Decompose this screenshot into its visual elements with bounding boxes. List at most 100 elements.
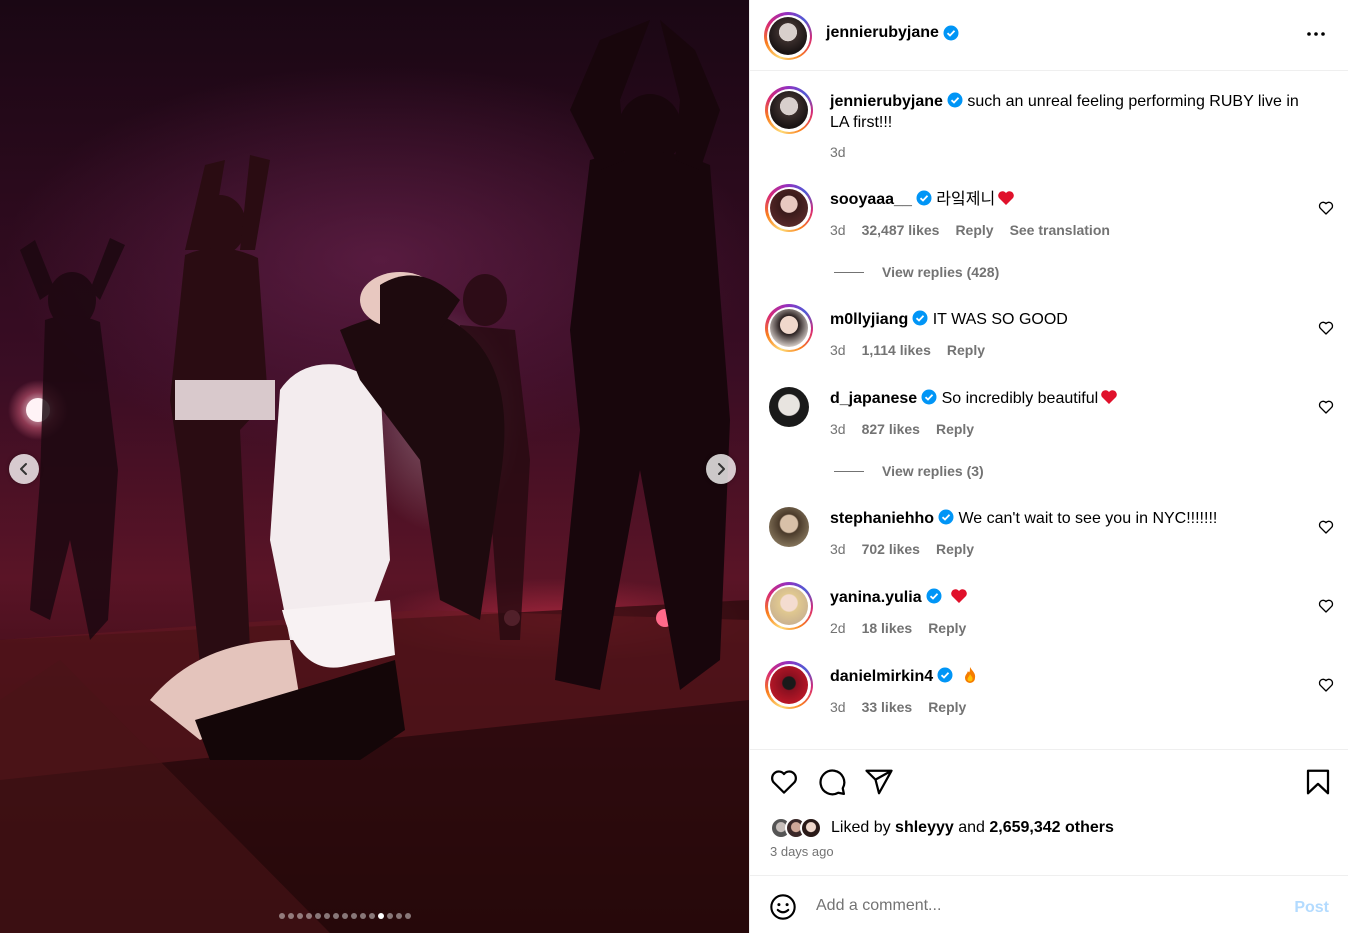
slide-dot bbox=[306, 913, 312, 919]
liked-by-and: and bbox=[958, 819, 985, 836]
fire-icon bbox=[964, 667, 975, 683]
share-icon[interactable] bbox=[864, 767, 894, 797]
see-translation-button[interactable]: See translation bbox=[1010, 222, 1110, 238]
slide-dot bbox=[279, 913, 285, 919]
liker-avatars bbox=[770, 817, 822, 839]
verified-badge-icon bbox=[943, 25, 959, 41]
caption-username[interactable]: jennierubyjane bbox=[830, 93, 943, 110]
red-heart-icon bbox=[1101, 390, 1117, 404]
comment-likes[interactable]: 827 likes bbox=[862, 421, 920, 437]
commenter-avatar[interactable] bbox=[765, 661, 813, 709]
slide-dot bbox=[405, 913, 411, 919]
verified-badge-icon bbox=[912, 310, 928, 326]
concert-photo bbox=[0, 20, 749, 933]
like-comment-icon[interactable] bbox=[1318, 200, 1334, 216]
commenter-avatar[interactable] bbox=[769, 507, 809, 547]
like-comment-icon[interactable] bbox=[1318, 320, 1334, 336]
verified-badge-icon bbox=[916, 190, 932, 206]
comment-text: 라잌제니 bbox=[936, 191, 996, 208]
view-replies-button[interactable]: View replies (3) bbox=[834, 463, 984, 479]
emoji-icon[interactable] bbox=[769, 893, 797, 921]
caption-time: 3d bbox=[830, 144, 846, 160]
verified-badge-icon bbox=[938, 509, 954, 525]
slide-dot bbox=[351, 913, 357, 919]
reply-button[interactable]: Reply bbox=[947, 342, 985, 358]
comment-input[interactable] bbox=[816, 891, 1276, 921]
commenter-avatar[interactable] bbox=[769, 387, 809, 427]
liked-by-label: Liked by bbox=[831, 819, 891, 836]
post-actions: Liked by shleyyy and 2,659,342 others 3 … bbox=[750, 749, 1348, 876]
next-slide-button[interactable] bbox=[706, 454, 736, 484]
slide-dot bbox=[369, 913, 375, 919]
author-username[interactable]: jennierubyjane bbox=[826, 24, 939, 42]
author-avatar[interactable] bbox=[764, 12, 812, 60]
slide-dot bbox=[360, 913, 366, 919]
comment-username[interactable]: stephaniehho bbox=[830, 510, 934, 527]
comment-time: 3d bbox=[830, 541, 846, 557]
slide-dot bbox=[288, 913, 294, 919]
slide-dot bbox=[297, 913, 303, 919]
comment-time: 3d bbox=[830, 222, 846, 238]
comment-text: IT WAS SO GOOD bbox=[932, 311, 1068, 328]
previous-slide-button[interactable] bbox=[9, 454, 39, 484]
reply-button[interactable]: Reply bbox=[936, 541, 974, 557]
commenter-avatar[interactable] bbox=[765, 184, 813, 232]
save-bookmark-icon[interactable] bbox=[1303, 767, 1333, 797]
comment-time: 3d bbox=[830, 342, 846, 358]
post-media[interactable] bbox=[0, 0, 749, 933]
comments-list[interactable]: jennierubyjane such an unreal feeling pe… bbox=[750, 72, 1348, 748]
verified-badge-icon bbox=[921, 389, 937, 405]
comment-likes[interactable]: 702 likes bbox=[862, 541, 920, 557]
likes-count[interactable]: 2,659,342 others bbox=[989, 819, 1114, 837]
commenter-avatar[interactable] bbox=[765, 304, 813, 352]
commenter-avatar[interactable] bbox=[765, 582, 813, 630]
comment-icon[interactable] bbox=[817, 767, 847, 797]
like-comment-icon[interactable] bbox=[1318, 399, 1334, 415]
post-header: jennierubyjane bbox=[750, 0, 1348, 71]
liked-by-username[interactable]: shleyyy bbox=[895, 819, 954, 837]
slide-dot bbox=[324, 913, 330, 919]
red-heart-icon bbox=[998, 191, 1014, 205]
comment-text: We can't wait to see you in NYC!!!!!!! bbox=[958, 510, 1218, 527]
chevron-right-icon bbox=[718, 463, 725, 475]
slide-dot bbox=[333, 913, 339, 919]
caption-avatar[interactable] bbox=[765, 86, 813, 134]
slide-dot bbox=[342, 913, 348, 919]
comment-time: 3d bbox=[830, 699, 846, 715]
comment-text: So incredibly beautiful bbox=[941, 390, 1099, 407]
comment-username[interactable]: danielmirkin4 bbox=[830, 668, 933, 685]
comment-likes[interactable]: 32,487 likes bbox=[862, 222, 940, 238]
more-options-icon[interactable] bbox=[1304, 22, 1328, 46]
comment-likes[interactable]: 18 likes bbox=[862, 620, 913, 636]
slide-dot bbox=[396, 913, 402, 919]
slide-dot bbox=[315, 913, 321, 919]
red-heart-icon bbox=[951, 589, 967, 603]
reply-button[interactable]: Reply bbox=[936, 421, 974, 437]
post-comment-button[interactable]: Post bbox=[1294, 899, 1329, 917]
post-panel: jennierubyjane jennierubyjane such an un… bbox=[749, 0, 1348, 933]
view-replies-button[interactable]: View replies (428) bbox=[834, 264, 999, 280]
like-comment-icon[interactable] bbox=[1318, 519, 1334, 535]
comment-username[interactable]: d_japanese bbox=[830, 390, 917, 407]
slide-dot bbox=[387, 913, 393, 919]
comment-username[interactable]: sooyaaa__ bbox=[830, 191, 912, 208]
verified-badge-icon bbox=[937, 667, 953, 683]
chevron-left-icon bbox=[20, 463, 27, 475]
like-comment-icon[interactable] bbox=[1318, 598, 1334, 614]
slide-indicator bbox=[279, 913, 411, 919]
comment-likes[interactable]: 33 likes bbox=[862, 699, 913, 715]
like-post-icon[interactable] bbox=[769, 767, 799, 797]
verified-badge-icon bbox=[926, 588, 942, 604]
reply-button[interactable]: Reply bbox=[928, 699, 966, 715]
liked-by: Liked by shleyyy and 2,659,342 others bbox=[770, 817, 1114, 839]
comment-username[interactable]: yanina.yulia bbox=[830, 589, 922, 606]
reply-button[interactable]: Reply bbox=[928, 620, 966, 636]
verified-badge-icon bbox=[947, 92, 963, 108]
reply-button[interactable]: Reply bbox=[955, 222, 993, 238]
post-timestamp[interactable]: 3 days ago bbox=[770, 844, 834, 859]
comment-username[interactable]: m0llyjiang bbox=[830, 311, 908, 328]
comment-time: 3d bbox=[830, 421, 846, 437]
like-comment-icon[interactable] bbox=[1318, 677, 1334, 693]
slide-dot bbox=[378, 913, 384, 919]
comment-likes[interactable]: 1,114 likes bbox=[862, 342, 931, 358]
